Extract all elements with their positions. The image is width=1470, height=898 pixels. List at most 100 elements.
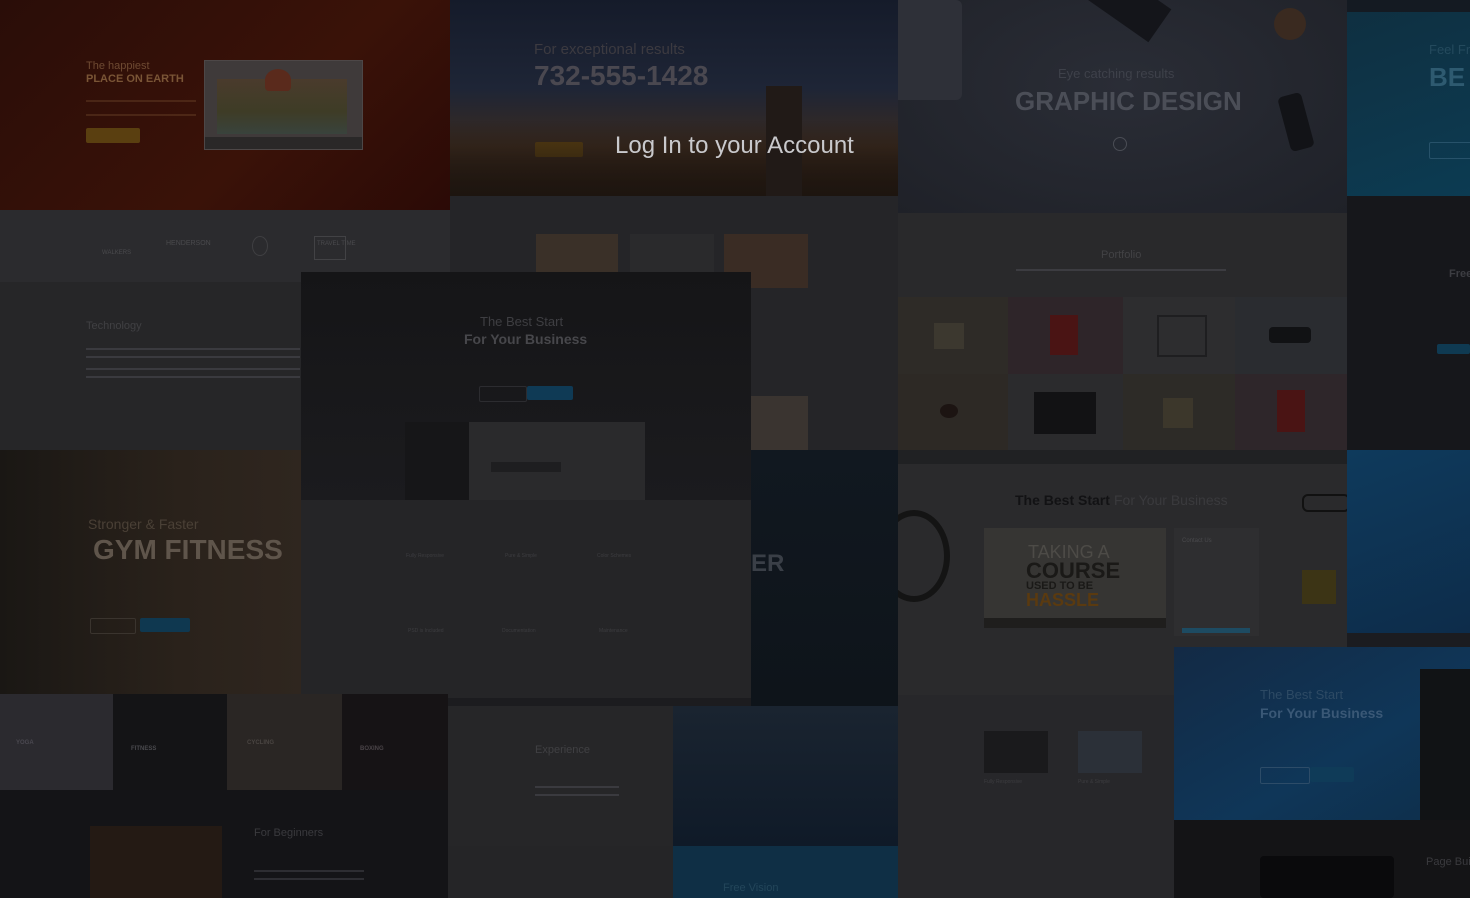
feature-documentation: Documentation (502, 628, 536, 634)
logo-anchor-icon (252, 236, 268, 256)
template-tile-graphic-design[interactable]: Eye catching results GRAPHIC DESIGN (898, 0, 1347, 213)
blue-start-pre: The Best Start (1260, 687, 1344, 702)
phone-number: 732-555-1428 (534, 60, 709, 91)
blue-start-main: For Your Business (1260, 705, 1384, 721)
monitor-image (1260, 856, 1394, 898)
technology-title: Technology (86, 320, 142, 332)
gym-primary-button[interactable] (140, 618, 190, 632)
gym-pre-text: Stronger & Faster (88, 516, 199, 532)
portfolio-item-case[interactable] (1235, 297, 1347, 374)
template-tile-thumbs[interactable]: Fully Responsive Pure & Simple (898, 695, 1174, 898)
feature-pure-simple: Pure & Simple (505, 553, 537, 559)
template-tile-phone[interactable]: For exceptional results 732-555-1428 (450, 0, 898, 196)
template-tile-blue-start[interactable]: The Best Start For Your Business (1174, 647, 1470, 820)
coffee-cup-image (1274, 8, 1306, 40)
template-tile-coast[interactable] (673, 706, 898, 846)
template-tile-laptop[interactable] (448, 846, 673, 898)
best-start-bold: The Best Start (1015, 492, 1110, 508)
page-builder-title: Page Bui (1426, 856, 1470, 868)
blue-start-sidebar (1420, 669, 1470, 820)
featured-pre-text: The Best Start (480, 314, 564, 329)
phone-image (1277, 91, 1315, 153)
feature-maintenance: Maintenance (599, 628, 628, 634)
featured-body (301, 500, 751, 698)
class-cycling: CYCLING (247, 740, 274, 746)
photo-street-2 (751, 396, 808, 450)
thumb-label-1: Fully Responsive (984, 779, 1023, 785)
feature-fully-responsive: Fully Responsive (406, 553, 445, 559)
template-tile-yoga[interactable]: YOGA (0, 694, 113, 790)
laptop-image (898, 0, 962, 100)
blue-start-secondary-button[interactable] (1260, 767, 1310, 784)
logo-travel-time: TRAVEL TIME (314, 236, 356, 260)
free-cta-button[interactable] (1437, 344, 1470, 354)
scroll-down-icon[interactable] (1113, 137, 1127, 151)
thumb-tablet (984, 731, 1048, 773)
thumb-city (1078, 731, 1142, 773)
template-tile-experience[interactable]: Experience (448, 706, 673, 846)
template-tile-feel-free[interactable]: Feel Fr BE (1347, 0, 1470, 196)
portfolio-item-cup[interactable] (898, 374, 1008, 450)
beginners-video[interactable] (90, 826, 222, 898)
template-tile-happiest[interactable]: The happiest PLACE ON EARTH (0, 0, 450, 210)
template-tile-featured[interactable]: The Best Start For Your Business Fully R… (301, 272, 751, 721)
template-tile-cycling[interactable]: CYCLING (227, 694, 342, 790)
feel-cta-button[interactable] (1429, 142, 1470, 159)
best-start-rest: For Your Business (1114, 492, 1228, 508)
feature-color-schemes: Color Schemes (597, 553, 632, 559)
gym-main-text: GYM FITNESS (93, 534, 283, 565)
template-tile-boxing[interactable]: BOXING (342, 694, 448, 790)
phone-pre-text: For exceptional results (534, 41, 685, 58)
featured-primary-button[interactable] (527, 386, 573, 400)
graphic-main-text: GRAPHIC DESIGN (1015, 86, 1242, 116)
tablet-image (1074, 0, 1172, 43)
blue-start-primary-button[interactable] (1310, 767, 1354, 782)
tile-desc (86, 100, 196, 116)
tile-pre-text: The happiest (86, 60, 150, 72)
gym-secondary-button[interactable] (90, 618, 136, 634)
portfolio-item-bag-2[interactable] (1123, 374, 1235, 450)
portfolio-item-spiral[interactable] (1123, 297, 1235, 374)
logo-henderson: HENDERSON (166, 240, 211, 247)
feature-psd-included: PSD is Included (408, 628, 444, 634)
portfolio-item-tablet[interactable] (1008, 374, 1123, 450)
free-label: Free (1449, 268, 1470, 280)
template-tile-blue-abstract[interactable] (1347, 450, 1470, 633)
illustration-image (204, 60, 363, 150)
portfolio-item-bag[interactable] (898, 297, 1008, 374)
headphones-image (898, 510, 950, 602)
class-fitness: FITNESS (131, 746, 157, 752)
experience-title: Experience (535, 744, 591, 756)
class-yoga: YOGA (16, 740, 34, 746)
portfolio-title: Portfolio (1101, 249, 1142, 261)
glasses-image (1302, 494, 1347, 512)
featured-screenshot (405, 422, 645, 500)
template-tile-free-vision[interactable]: Free Vision (673, 846, 898, 898)
free-vision-title: Free Vision (723, 882, 779, 894)
thumb-label-2: Pure & Simple (1078, 779, 1110, 785)
template-tile-portfolio[interactable]: Portfolio (898, 213, 1347, 450)
tile-main-text: PLACE ON EARTH (86, 73, 184, 85)
template-tile-city-night[interactable]: ER (751, 450, 898, 706)
contact-panel: Contact Us (1174, 528, 1259, 636)
template-tile-free[interactable]: Free (1347, 196, 1470, 450)
featured-secondary-button[interactable] (479, 386, 527, 402)
beginners-title: For Beginners (254, 827, 324, 839)
graphic-pre-text: Eye catching results (1058, 66, 1175, 81)
course-video[interactable]: TAKING A COURSE USED TO BE HASSLE (984, 528, 1166, 628)
template-tile-page-builder[interactable]: Page Bui (1174, 820, 1470, 898)
template-tile-beginners[interactable]: For Beginners (0, 790, 448, 898)
city-heading-fragment: ER (751, 550, 785, 577)
portfolio-item-notebook-red[interactable] (1008, 297, 1123, 374)
template-tile-fitness-class[interactable]: FITNESS (113, 694, 227, 790)
logo-walkers: WALKERS (102, 250, 132, 256)
featured-main-text: For Your Business (464, 331, 588, 347)
sticky-note-image (1302, 570, 1336, 604)
portfolio-item-notebook-red-2[interactable] (1235, 374, 1347, 450)
feel-pre-text: Feel Fr (1429, 42, 1470, 57)
feel-main-text: BE (1429, 62, 1466, 92)
tile-cta-button[interactable] (86, 128, 140, 143)
login-heading: Log In to your Account (615, 132, 854, 159)
class-boxing: BOXING (360, 746, 384, 752)
template-tile-gym-fitness[interactable]: Stronger & Faster GYM FITNESS (0, 450, 301, 694)
